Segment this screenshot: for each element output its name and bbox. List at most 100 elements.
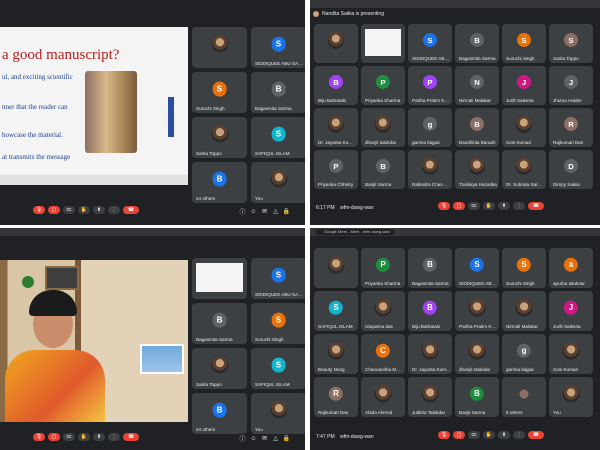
participant-tile-you[interactable]: You	[549, 377, 593, 417]
participant-tile-jhuma-halder[interactable]: J Jhuma Halder	[549, 66, 593, 105]
captions-button[interactable]: cc	[468, 431, 480, 439]
end-call-button[interactable]: ☎	[123, 433, 139, 441]
participant-tile-biju-barkataki[interactable]: B Biju Barkataki	[314, 66, 358, 105]
lock-icon[interactable]: 🔒	[283, 208, 290, 215]
participant-tile-24-others[interactable]: B 24 others	[192, 393, 247, 434]
participant-tile-rajkumari-das[interactable]: R Rajkumari Das	[549, 108, 593, 147]
mic-off-button[interactable]: 🎙	[33, 433, 45, 441]
participant-tile-you[interactable]: You	[251, 393, 305, 434]
participant-tile-suruchi-singh[interactable]: S Suruchi Singh	[192, 72, 247, 113]
participant-tile-bandhitita-baruah[interactable]: B Bandhitita Baruah	[455, 108, 499, 147]
people-icon[interactable]: ☺	[250, 435, 257, 442]
participant-tile-dr-jayanta-kuma[interactable]: Dr. Jayanta Kuma...	[314, 108, 358, 147]
participant-tile-tile[interactable]	[314, 248, 358, 288]
participant-tile-bagasmita-sarma[interactable]: B Bagasmita Sarma	[251, 72, 305, 113]
participant-tile-partha-pratim-kal[interactable]: P Partha Pratim Kal...	[408, 66, 452, 105]
participant-tile-chanuanitha-mah[interactable]: C Chanuanitha Mah...	[361, 334, 405, 374]
raise-hand-button[interactable]: ✋	[78, 206, 90, 214]
participant-tile-jutikha-talukdar[interactable]: Jutikha Talukdar	[408, 377, 452, 417]
participant-tile-9-others[interactable]: 9 others	[502, 377, 546, 417]
camera-off-button[interactable]: ▢	[453, 202, 465, 210]
captions-button[interactable]: cc	[63, 433, 75, 441]
participant-tile-nirmali-malakar[interactable]: Nirmali Malakar	[502, 291, 546, 331]
participant-tile-siddiquee-abu-say[interactable]: S SIDDIQUEE ABU SAY...	[251, 27, 305, 68]
mic-off-button[interactable]: 🎙	[438, 202, 450, 210]
participant-tile-tile[interactable]	[192, 27, 247, 68]
present-button[interactable]: ⬆	[93, 433, 105, 441]
lock-icon[interactable]: 🔒	[283, 435, 290, 442]
participant-tile-nirmali-malakar[interactable]: N Nirmali Malakar	[455, 66, 499, 105]
participant-tile-safiqul-islam[interactable]: S SAFIQUL ISLAM	[251, 348, 305, 389]
more-options-button[interactable]: ⋮	[108, 433, 120, 441]
end-call-button[interactable]: ☎	[123, 206, 139, 214]
participant-tile-jurilt-saikeria[interactable]: J Jurilt Saikeria	[549, 291, 593, 331]
more-options-button[interactable]: ⋮	[108, 206, 120, 214]
participant-tile-banjit-sarma[interactable]: B Banjit Sarma	[455, 377, 499, 417]
mic-off-button[interactable]: 🎙	[438, 431, 450, 439]
participant-tile-rajkumari-das[interactable]: R Rajkumari Das	[314, 377, 358, 417]
end-call-button[interactable]: ☎	[528, 431, 544, 439]
participant-tile-biju-barkataki[interactable]: B Biju Barkataki	[408, 291, 452, 331]
more-options-button[interactable]: ⋮	[513, 202, 525, 210]
participant-tile-apurba-talukdar[interactable]: a apurba talukdar	[549, 248, 593, 288]
participant-tile-tile[interactable]	[192, 258, 247, 299]
raise-hand-button[interactable]: ✋	[78, 433, 90, 441]
participant-tile-suruchi-singh[interactable]: S Suruchi Singh	[502, 24, 546, 63]
info-icon[interactable]: ⓘ	[239, 435, 246, 443]
participant-tile-suruchi-singh[interactable]: S Suruchi Singh	[502, 248, 546, 288]
participant-tile-safiqul-islam[interactable]: S SAFIQUL ISLAM	[251, 117, 305, 158]
captions-button[interactable]: cc	[63, 206, 75, 214]
participant-tile-dhanjit-talukdar[interactable]: dhanjit talukdar	[455, 334, 499, 374]
participant-tile-dr-jayanta-kum[interactable]: Dr. Jayanta Kum...	[408, 334, 452, 374]
chat-icon[interactable]: ✉	[261, 435, 268, 442]
participant-tile-abida-ahmed[interactable]: Abida Ahmed	[361, 377, 405, 417]
present-button[interactable]: ⬆	[498, 202, 510, 210]
participant-tile-dimpy-saikia[interactable]: D Dimpy Saikia	[549, 150, 593, 189]
participant-tile-banjit-sarma[interactable]: B Banjit Sarma	[361, 150, 405, 189]
present-button[interactable]: ⬆	[498, 431, 510, 439]
participant-tile-soni-kumari[interactable]: Soni Kumari	[502, 108, 546, 147]
people-icon[interactable]: ☺	[250, 208, 257, 215]
raise-hand-button[interactable]: ✋	[483, 202, 495, 210]
participant-tile-nituparna-das[interactable]: nituparna das	[361, 291, 405, 331]
participant-tile-suruchi-singh[interactable]: S Suruchi Singh	[251, 303, 305, 344]
info-icon[interactable]: ⓘ	[239, 208, 246, 216]
end-call-button[interactable]: ☎	[528, 202, 544, 210]
participant-tile-tile[interactable]	[314, 24, 358, 63]
participant-tile-sarita-toppo[interactable]: Sarita Toppo	[192, 348, 247, 389]
camera-off-button[interactable]: ▢	[48, 206, 60, 214]
activities-icon[interactable]: △	[272, 435, 279, 442]
participant-tile-bagasmita-sarma[interactable]: B Bagasmita Sarma	[408, 248, 452, 288]
participant-tile-priyanka-sharma[interactable]: P Priyanka Sharma	[361, 248, 405, 288]
participant-tile-dr-subrata-sarkar[interactable]: Dr. Subrata Sarkar	[502, 150, 546, 189]
participant-tile-beauty-noog[interactable]: Beauty Noog	[314, 334, 358, 374]
participant-tile-safiqul-islam[interactable]: S SAFIQUL ISLAM	[314, 291, 358, 331]
more-options-button[interactable]: ⋮	[513, 431, 525, 439]
participant-tile-sarita-toppo[interactable]: S Sarita Toppo	[549, 24, 593, 63]
activities-icon[interactable]: △	[272, 208, 279, 215]
participant-tile-rabindra-changm[interactable]: Rabindra Changm...	[408, 150, 452, 189]
participant-tile-sarita-toppo[interactable]: Sarita Toppo	[192, 117, 247, 158]
participant-tile-jurilt-saikeria[interactable]: J Jurilt Saikeria	[502, 66, 546, 105]
participant-tile-dhanjit-talukdar[interactable]: dhanjit talukdar	[361, 108, 405, 147]
participant-tile-partha-pratim-ka[interactable]: Partha Pratim Ka...	[455, 291, 499, 331]
camera-off-button[interactable]: ▢	[453, 431, 465, 439]
mic-off-button[interactable]: 🎙	[33, 206, 45, 214]
chat-icon[interactable]: ✉	[261, 208, 268, 215]
participant-tile-bagasmita-sarma[interactable]: B Bagasmita Sarma	[455, 24, 499, 63]
participant-tile-bagasmita-sarma[interactable]: B Bagasmita Sarma	[192, 303, 247, 344]
present-button[interactable]: ⬆	[93, 206, 105, 214]
participant-tile-you[interactable]: You	[251, 162, 305, 203]
browser-tab[interactable]: Google Meet - Meet - wfm-duwg-wan	[316, 229, 394, 235]
camera-off-button[interactable]: ▢	[48, 433, 60, 441]
captions-button[interactable]: cc	[468, 202, 480, 210]
raise-hand-button[interactable]: ✋	[483, 431, 495, 439]
participant-tile-garima-bajpai[interactable]: g garima bajpai	[502, 334, 546, 374]
participant-tile-soni-kumari[interactable]: Soni Kumari	[549, 334, 593, 374]
participant-tile-24-others[interactable]: B 24 others	[192, 162, 247, 203]
participant-tile-trailokya-hazarika[interactable]: Trailokya Hazarika	[455, 150, 499, 189]
participant-tile-siddiquee-abu-s[interactable]: S SIDDIQUEE ABU S...	[408, 24, 452, 63]
participant-tile-siddiquee-abu-say[interactable]: S SIDDIQUEE ABU SAY...	[455, 248, 499, 288]
participant-tile-priyanka-chhetry[interactable]: P Priyanka Chhetry	[314, 150, 358, 189]
participant-tile-siddiquee-abu-say[interactable]: S SIDDIQUEE ABU SAY...	[251, 258, 305, 299]
